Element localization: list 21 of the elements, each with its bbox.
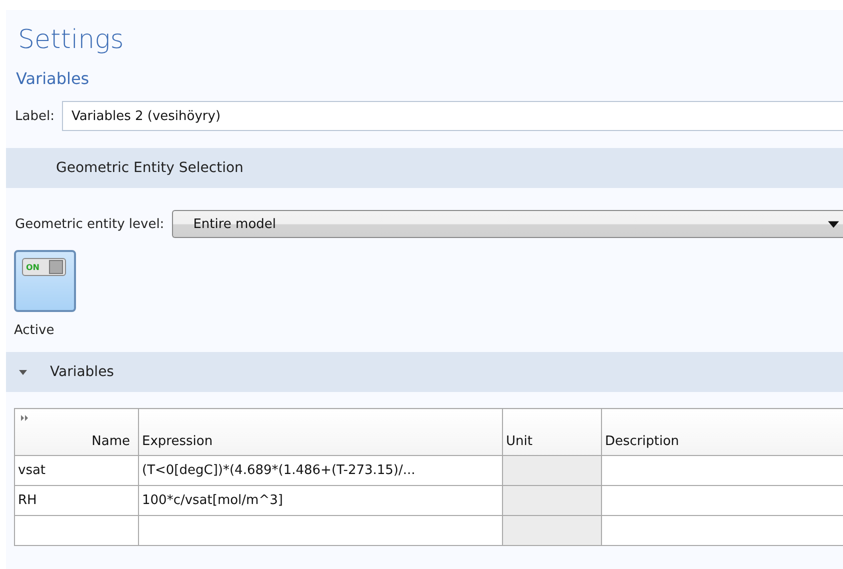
collapse-icon[interactable] xyxy=(18,367,28,377)
table-cell[interactable]: RH xyxy=(14,486,138,516)
entity-level-dropdown[interactable]: Entire model xyxy=(172,210,843,238)
field-label: Label: xyxy=(14,108,56,124)
double-arrow-icon[interactable] xyxy=(21,415,29,421)
column-header: Name xyxy=(14,408,138,456)
column-header: Unit xyxy=(502,408,602,456)
table-cell[interactable]: 100*c/vsat[mol/m^3] xyxy=(138,486,502,516)
column-header: Description xyxy=(602,408,843,456)
switch-icon: ON xyxy=(22,258,66,276)
table-cell[interactable]: (T<0[degC])*(4.689*(1.486+(T-273.15)/... xyxy=(138,456,502,486)
label-input-field[interactable]: Variables 2 (vesihöyry) xyxy=(62,101,843,131)
section-header[interactable]: Variables xyxy=(6,352,843,392)
panel-title: Settings xyxy=(17,24,125,56)
toggle-label: Active xyxy=(13,323,56,338)
field-label: Geometric entity level: xyxy=(14,216,166,232)
caret-icon xyxy=(828,220,839,228)
section-header[interactable]: Geometric Entity Selection xyxy=(6,148,843,188)
panel-subtitle: Variables xyxy=(15,68,90,90)
column-header: Expression xyxy=(138,408,502,456)
table-cell[interactable]: vsat xyxy=(14,456,138,486)
